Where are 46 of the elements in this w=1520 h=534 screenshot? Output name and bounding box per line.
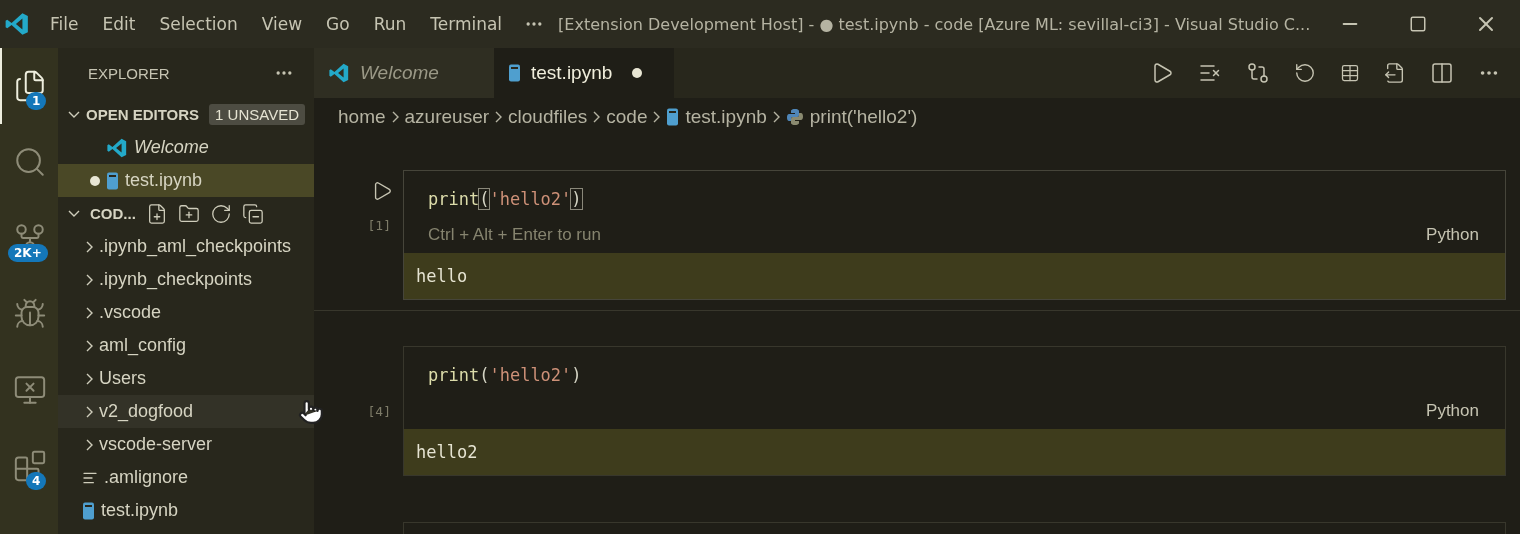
tree-item[interactable]: .amlignore xyxy=(58,461,314,494)
tree-item[interactable]: .ipynb_aml_checkpoints xyxy=(58,230,314,263)
tree-item[interactable]: .vscode xyxy=(58,296,314,329)
unsaved-badge: 1 UNSAVED xyxy=(209,104,305,125)
breadcrumb-item[interactable]: cloudfiles xyxy=(508,106,588,128)
menu-item[interactable]: Edit xyxy=(90,14,148,34)
sidebar-title: EXPLORER xyxy=(88,64,170,82)
code-line: print('hello2') xyxy=(427,188,583,211)
language-label[interactable]: Python xyxy=(1426,401,1479,421)
count-badge: 1 xyxy=(26,92,47,110)
breadcrumb-item[interactable]: azureuser xyxy=(404,106,490,128)
run-hint: Ctrl + Alt + Enter to run xyxy=(428,225,601,245)
tree-item[interactable]: test.ipynb xyxy=(58,494,314,527)
menu-item[interactable]: Terminal xyxy=(418,14,515,34)
tree-item[interactable]: aml_config xyxy=(58,329,314,362)
notebook-cell[interactable]: print('hello2') Ctrl + Alt + Enter to run Python hello xyxy=(403,170,1506,300)
breadcrumb-item[interactable]: print('hello2') xyxy=(809,106,918,128)
menu-item[interactable]: File xyxy=(38,14,91,34)
tree-item[interactable]: .ipynb_checkpoints xyxy=(58,263,314,296)
cell-output: hello2 xyxy=(404,429,1505,475)
tree-item[interactable]: Users xyxy=(58,362,314,395)
open-editor-item[interactable]: test.ipynb xyxy=(58,164,314,197)
notebook-cell[interactable]: print('hello2') Python hello2 xyxy=(403,346,1506,476)
window-title: [Extension Development Host] - ● test.ipynb - code [Azure ML: sevillal-ci3] - Visual Studio C... xyxy=(557,14,1312,34)
language-label[interactable]: Python xyxy=(1426,225,1479,245)
activity-item[interactable]: 2K+ xyxy=(0,200,58,276)
execution-count: [1] xyxy=(367,218,391,233)
cell-output: hello xyxy=(404,253,1505,299)
count-badge: 2K+ xyxy=(8,244,48,262)
menu-item[interactable]: Run xyxy=(361,14,419,34)
menu-item[interactable]: View xyxy=(249,14,315,34)
breadcrumb-item[interactable]: code xyxy=(606,106,648,128)
count-badge: 4 xyxy=(26,472,47,490)
section-title[interactable]: OPEN EDITORS xyxy=(86,106,200,123)
editor-tab[interactable]: test.ipynb xyxy=(494,48,674,98)
open-editor-item[interactable]: Welcome xyxy=(58,131,314,164)
breadcrumb-item[interactable]: test.ipynb xyxy=(685,106,767,128)
menu-item[interactable]: Go xyxy=(314,14,362,34)
section-title[interactable]: COD... xyxy=(90,205,136,222)
code-line: print('hello2') xyxy=(427,364,583,387)
activity-item[interactable]: 4 xyxy=(0,428,58,504)
breadcrumb-item[interactable]: home xyxy=(338,106,386,128)
editor-tab[interactable]: Welcome xyxy=(314,48,494,98)
tree-item[interactable]: vscode-server xyxy=(58,428,314,461)
menu-item[interactable]: Selection xyxy=(147,14,250,34)
execution-count: [4] xyxy=(367,404,391,419)
